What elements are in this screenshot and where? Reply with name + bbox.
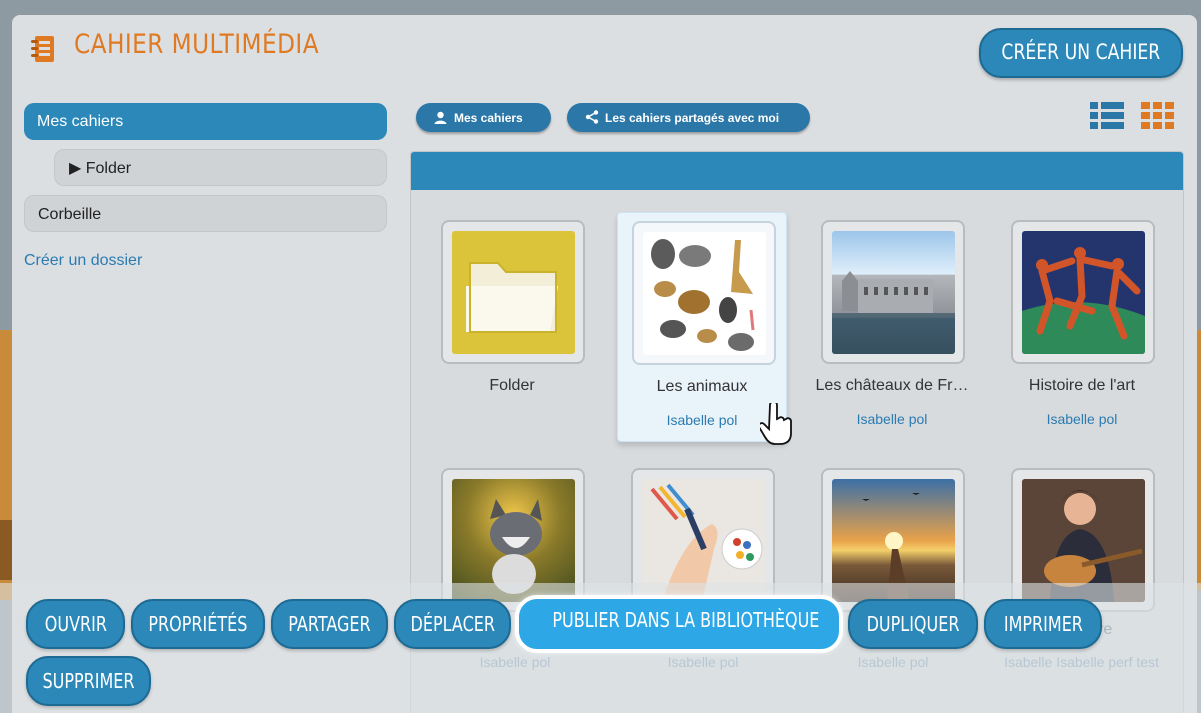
open-button[interactable]: OUVRIR <box>26 599 125 649</box>
animals-image <box>643 232 766 355</box>
properties-label: PROPRIÉTÉS <box>148 612 248 636</box>
create-folder-link[interactable]: Créer un dossier <box>24 252 142 270</box>
dance-painting-image <box>1022 231 1145 354</box>
grid-view-icon[interactable] <box>1141 101 1175 131</box>
duplicate-button[interactable]: DUPLIQUER <box>848 599 978 649</box>
card-author: Isabelle pol <box>479 654 551 670</box>
move-button[interactable]: DÉPLACER <box>394 599 511 649</box>
user-icon <box>434 103 454 132</box>
delete-label: SUPPRIMER <box>42 669 135 693</box>
print-button[interactable]: IMPRIMER <box>984 599 1102 649</box>
card-title: Folder <box>489 377 535 394</box>
delete-button[interactable]: SUPPRIMER <box>26 656 151 706</box>
filter-my-notebooks-label: Mes cahiers <box>454 111 523 125</box>
action-bar: OUVRIR PROPRIÉTÉS PARTAGER DÉPLACER PUBL… <box>0 583 1201 713</box>
card-thumbnail <box>1011 220 1155 364</box>
card-thumbnail <box>441 220 585 364</box>
filter-shared-notebooks[interactable]: Les cahiers partagés avec moi <box>567 103 810 132</box>
move-label: DÉPLACER <box>410 612 495 636</box>
publish-library-button[interactable]: PUBLIER DANS LA BIBLIOTHÈQUE <box>515 595 843 653</box>
panel-header-bar <box>411 152 1183 190</box>
card-folder[interactable]: Folder <box>427 212 597 442</box>
properties-button[interactable]: PROPRIÉTÉS <box>131 599 265 649</box>
app-title: CAHIER MULTIMÉDIA <box>74 29 320 60</box>
filter-my-notebooks[interactable]: Mes cahiers <box>416 103 551 132</box>
notebook-icon <box>31 36 54 62</box>
card-author: Isabelle pol <box>1046 411 1118 427</box>
share-button[interactable]: PARTAGER <box>271 599 388 649</box>
card-author: Isabelle pol <box>856 411 928 427</box>
hand-cursor-icon <box>760 403 792 445</box>
card-histoire-art[interactable]: Histoire de l'art Isabelle pol <box>997 212 1167 442</box>
share-icon <box>585 103 605 132</box>
card-title: Les châteaux de Fr… <box>815 377 969 394</box>
publish-library-label: PUBLIER DANS LA BIBLIOTHÈQUE <box>552 608 820 632</box>
list-view-icon[interactable] <box>1090 101 1124 131</box>
castle-image <box>832 231 955 354</box>
sidebar-item-my-notebooks[interactable]: Mes cahiers <box>24 103 387 140</box>
create-notebook-label: CRÉER UN CAHIER <box>1001 40 1161 64</box>
card-title: Histoire de l'art <box>1028 377 1136 394</box>
sidebar-item-folder[interactable]: ▶ Folder <box>54 149 387 186</box>
backdrop-right <box>1197 330 1201 590</box>
app-header: CAHIER MULTIMÉDIA CRÉER UN CAHIER <box>12 15 1197 95</box>
folder-icon <box>452 231 575 354</box>
card-author: Isabelle pol <box>667 654 739 670</box>
card-author: Isabelle Isabelle perf test <box>1004 654 1159 670</box>
sidebar-item-trash[interactable]: Corbeille <box>24 195 387 232</box>
filter-shared-notebooks-label: Les cahiers partagés avec moi <box>605 111 780 125</box>
open-label: OUVRIR <box>44 612 107 636</box>
backdrop-left-dark <box>0 520 12 580</box>
share-label: PARTAGER <box>288 612 371 636</box>
card-thumbnail <box>821 220 965 364</box>
card-author: Isabelle pol <box>857 654 929 670</box>
duplicate-label: DUPLIQUER <box>866 612 960 636</box>
card-chateaux[interactable]: Les châteaux de Fr… Isabelle pol <box>807 212 977 442</box>
card-thumbnail <box>632 221 776 365</box>
create-notebook-button[interactable]: CRÉER UN CAHIER <box>979 28 1183 78</box>
print-label: IMPRIMER <box>1003 612 1083 636</box>
card-title: Les animaux <box>656 378 748 395</box>
